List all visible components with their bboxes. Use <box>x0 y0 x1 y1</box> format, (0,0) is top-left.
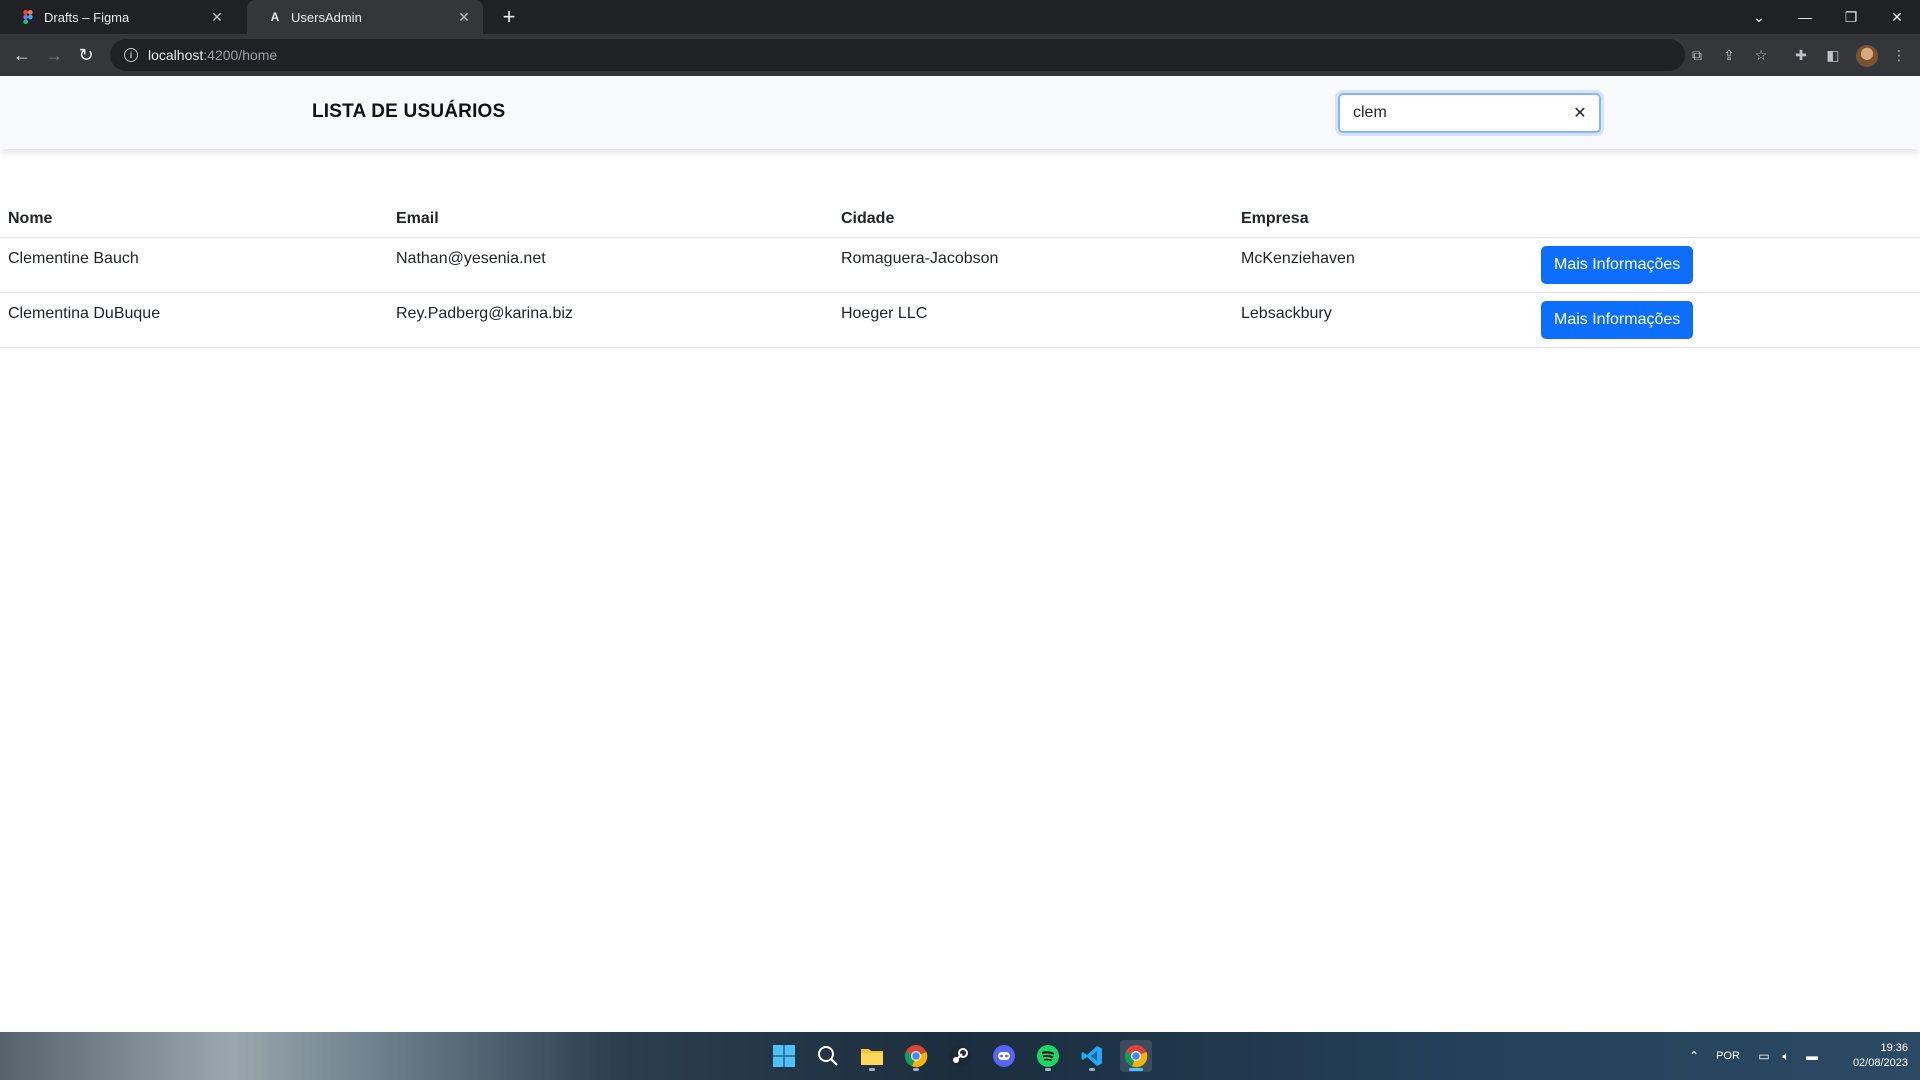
translate-icon[interactable]: ⧉ <box>1687 45 1707 65</box>
page-content: LISTA DE USUÁRIOS ✕ Nome Email Cidade Em… <box>0 76 1920 1032</box>
side-panel-icon[interactable]: ◧ <box>1823 45 1843 65</box>
column-header-nome: Nome <box>0 201 388 238</box>
clear-search-icon[interactable]: ✕ <box>1571 104 1589 122</box>
search-icon[interactable] <box>812 1040 844 1072</box>
cell-action: Mais Informações <box>1533 292 1920 348</box>
table-row: Clementina DuBuque Rey.Padberg@karina.bi… <box>0 292 1920 348</box>
column-header-cidade: Cidade <box>833 201 1233 238</box>
close-window-button[interactable]: ✕ <box>1874 0 1920 34</box>
taskbar: ⌃ POR ▭ 🔈︎ ▬ 19:36 02/08/2023 <box>0 1032 1920 1080</box>
network-icon[interactable]: ▭ <box>1754 1032 1774 1080</box>
chevron-up-icon[interactable]: ⌃ <box>1684 1032 1704 1080</box>
clock-time: 19:36 <box>1880 1042 1908 1054</box>
browser-toolbar: ← → ↻ i localhost:4200/home ⧉ ⇪ ☆ ✚ ◧ ⋮ <box>0 34 1920 76</box>
figma-icon <box>20 9 36 25</box>
bookmark-star-icon[interactable]: ☆ <box>1751 45 1771 65</box>
column-header-email: Email <box>388 201 833 238</box>
discord-icon[interactable] <box>988 1040 1020 1072</box>
running-indicator <box>1045 1068 1051 1071</box>
close-icon[interactable]: ✕ <box>208 8 226 26</box>
more-info-button[interactable]: Mais Informações <box>1541 245 1694 284</box>
menu-dots-icon[interactable]: ⋮ <box>1889 45 1909 65</box>
spotify-icon[interactable] <box>1032 1040 1064 1072</box>
cell-cidade: Romaguera-Jacobson <box>833 237 1233 293</box>
url-host: localhost <box>148 47 204 63</box>
cell-nome: Clementine Bauch <box>0 237 388 293</box>
cell-email: Nathan@yesenia.net <box>388 237 833 293</box>
running-indicator <box>869 1068 875 1071</box>
tab-usersadmin[interactable]: A UsersAdmin ✕ <box>247 0 483 34</box>
tab-figma[interactable]: Drafts – Figma ✕ <box>0 0 236 34</box>
clock-date: 02/08/2023 <box>1852 1057 1908 1069</box>
browser-tabstrip: Drafts – Figma ✕ A UsersAdmin ✕ + ⌄ — ❐ … <box>0 0 1920 34</box>
cell-empresa: McKenziehaven <box>1233 237 1533 293</box>
tab-title: UsersAdmin <box>291 9 362 25</box>
running-indicator <box>1089 1068 1095 1071</box>
file-explorer-icon[interactable] <box>856 1040 888 1072</box>
tab-title: Drafts – Figma <box>44 9 130 25</box>
back-icon[interactable]: ← <box>10 43 34 67</box>
search-input[interactable] <box>1353 104 1553 122</box>
users-table: Nome Email Cidade Empresa Clementine Bau… <box>0 201 1920 348</box>
table-row: Clementine Bauch Nathan@yesenia.net Roma… <box>0 237 1920 293</box>
share-icon[interactable]: ⇪ <box>1719 45 1739 65</box>
address-bar[interactable]: i localhost:4200/home <box>110 39 1685 71</box>
extensions-icon[interactable]: ✚ <box>1791 45 1811 65</box>
tab-search-icon[interactable]: ⌄ <box>1736 0 1782 34</box>
chrome-icon[interactable] <box>1120 1040 1152 1072</box>
minimize-button[interactable]: — <box>1782 0 1828 34</box>
cell-nome: Clementina DuBuque <box>0 292 388 348</box>
reload-icon[interactable]: ↻ <box>74 43 98 67</box>
restore-button[interactable]: ❐ <box>1828 0 1874 34</box>
page-header: LISTA DE USUÁRIOS ✕ <box>0 76 1920 149</box>
language-indicator[interactable]: POR <box>1712 1032 1744 1080</box>
battery-icon[interactable]: ▬ <box>1800 1032 1824 1080</box>
url-path: :4200/home <box>203 47 278 63</box>
chrome-icon[interactable] <box>900 1040 932 1072</box>
column-header-actions <box>1533 201 1920 238</box>
system-clock[interactable]: 19:36 02/08/2023 <box>1853 1041 1908 1071</box>
angular-icon: A <box>270 10 280 24</box>
active-indicator <box>1129 1068 1143 1071</box>
cell-empresa: Lebsackbury <box>1233 292 1533 348</box>
running-indicator <box>913 1068 919 1071</box>
windows-start-icon[interactable] <box>768 1040 800 1072</box>
steam-icon[interactable] <box>944 1040 976 1072</box>
table-header-row: Nome Email Cidade Empresa <box>0 201 1920 238</box>
info-icon[interactable]: i <box>124 48 138 62</box>
cell-email: Rey.Padberg@karina.biz <box>388 292 833 348</box>
close-icon[interactable]: ✕ <box>455 8 473 26</box>
search-box[interactable]: ✕ <box>1338 93 1601 133</box>
forward-icon[interactable]: → <box>42 43 66 67</box>
new-tab-button[interactable]: + <box>497 4 521 29</box>
vscode-icon[interactable] <box>1076 1040 1108 1072</box>
profile-avatar[interactable] <box>1856 45 1878 67</box>
cell-cidade: Hoeger LLC <box>833 292 1233 348</box>
more-info-button[interactable]: Mais Informações <box>1541 300 1694 339</box>
page-title: LISTA DE USUÁRIOS <box>312 101 506 122</box>
volume-icon[interactable]: 🔈︎ <box>1776 1032 1796 1080</box>
cell-action: Mais Informações <box>1533 237 1920 293</box>
column-header-empresa: Empresa <box>1233 201 1533 238</box>
